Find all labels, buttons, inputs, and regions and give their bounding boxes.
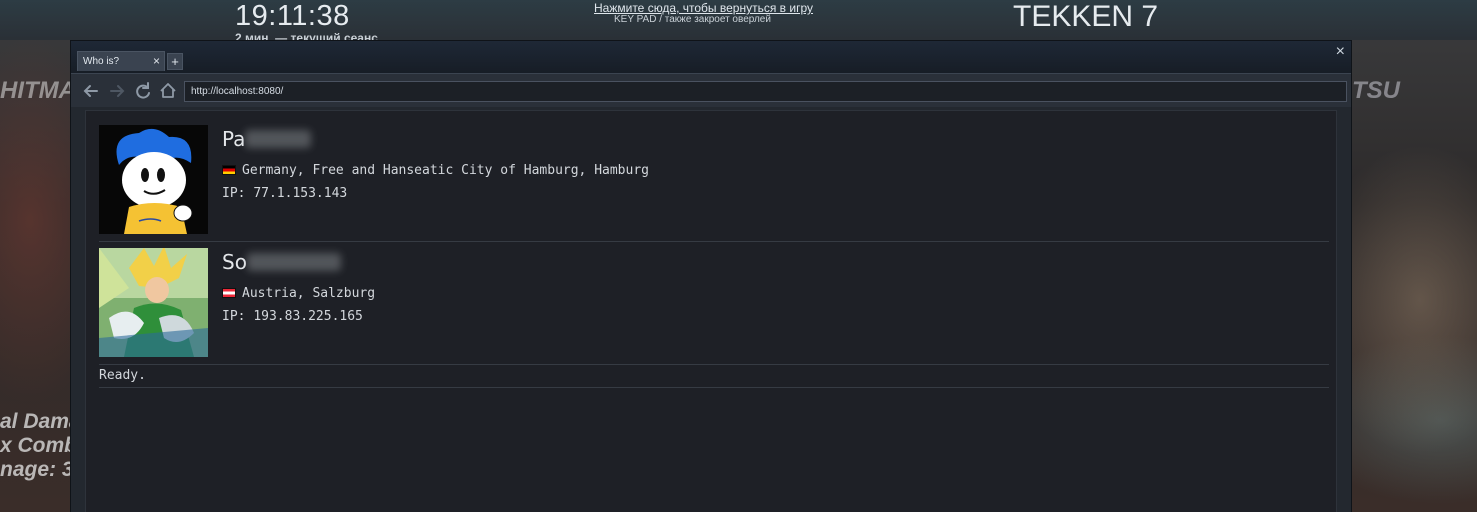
ip-value: 193.83.225.165 xyxy=(253,309,363,324)
reload-icon[interactable] xyxy=(133,80,153,102)
entry-divider xyxy=(99,364,1329,365)
location-text: Germany, Free and Hanseatic City of Hamb… xyxy=(242,163,649,178)
ip-value: 77.1.153.143 xyxy=(253,186,348,201)
window-close-icon[interactable]: × xyxy=(1336,43,1345,61)
player-name-prefix: So xyxy=(222,250,247,274)
status-divider xyxy=(99,387,1329,388)
combo-line: nage: 3 xyxy=(0,458,74,481)
ip-label: IP: xyxy=(222,186,246,201)
browser-toolbar: http://localhost:8080/ xyxy=(71,73,1351,107)
ip-label: IP: xyxy=(222,309,246,324)
forward-icon[interactable] xyxy=(107,80,127,102)
player-name: So xyxy=(222,250,341,274)
tab-title: Who is? xyxy=(83,56,120,67)
return-to-game-link[interactable]: Нажмите сюда, чтобы вернуться в игру xyxy=(594,1,813,15)
player-avatar xyxy=(99,248,208,357)
page-content: Pa Germany, Free and Hanseatic City of H… xyxy=(85,110,1337,512)
player-entry: Pa Germany, Free and Hanseatic City of H… xyxy=(99,125,1329,235)
overlay-clock: 19:11:38 xyxy=(235,0,350,32)
player-ip: IP: 193.83.225.165 xyxy=(222,309,363,324)
germany-flag-icon xyxy=(222,165,236,175)
overlay-browser-window: Who is? × + × http://localhost:8080/ Pa … xyxy=(70,40,1352,512)
combo-line: al Dama xyxy=(0,410,81,433)
player-location: Germany, Free and Hanseatic City of Hamb… xyxy=(222,163,649,178)
status-text: Ready. xyxy=(99,368,146,383)
location-text: Austria, Salzburg xyxy=(242,286,376,301)
game-title: TEKKEN 7 xyxy=(1013,0,1159,33)
player-location: Austria, Salzburg xyxy=(222,286,375,301)
player-ip: IP: 77.1.153.143 xyxy=(222,186,347,201)
back-icon[interactable] xyxy=(81,80,101,102)
austria-flag-icon xyxy=(222,288,236,298)
game-combo-text: al Dama x Comb nage: 3 xyxy=(0,410,81,482)
entry-divider xyxy=(99,241,1329,242)
player-entry: So Austria, Salzburg IP: 193.83.225.165 xyxy=(99,248,1329,358)
url-input[interactable]: http://localhost:8080/ xyxy=(184,81,1347,102)
new-tab-button[interactable]: + xyxy=(167,53,183,70)
name-redaction xyxy=(245,130,312,148)
window-titlebar: Who is? × + × xyxy=(71,41,1351,73)
game-hud-right-label: TSU xyxy=(1352,77,1400,104)
player-avatar xyxy=(99,125,208,234)
player-name: Pa xyxy=(222,127,312,151)
name-redaction xyxy=(246,253,341,271)
combo-line: x Comb xyxy=(0,434,78,457)
tab-close-icon[interactable]: × xyxy=(153,54,160,68)
home-icon[interactable] xyxy=(158,80,178,102)
player-name-prefix: Pa xyxy=(222,127,246,151)
tab-who-is[interactable]: Who is? × xyxy=(77,51,165,71)
overlay-hotkey-hint: KEY PAD / также закроет оверлей xyxy=(614,14,771,25)
